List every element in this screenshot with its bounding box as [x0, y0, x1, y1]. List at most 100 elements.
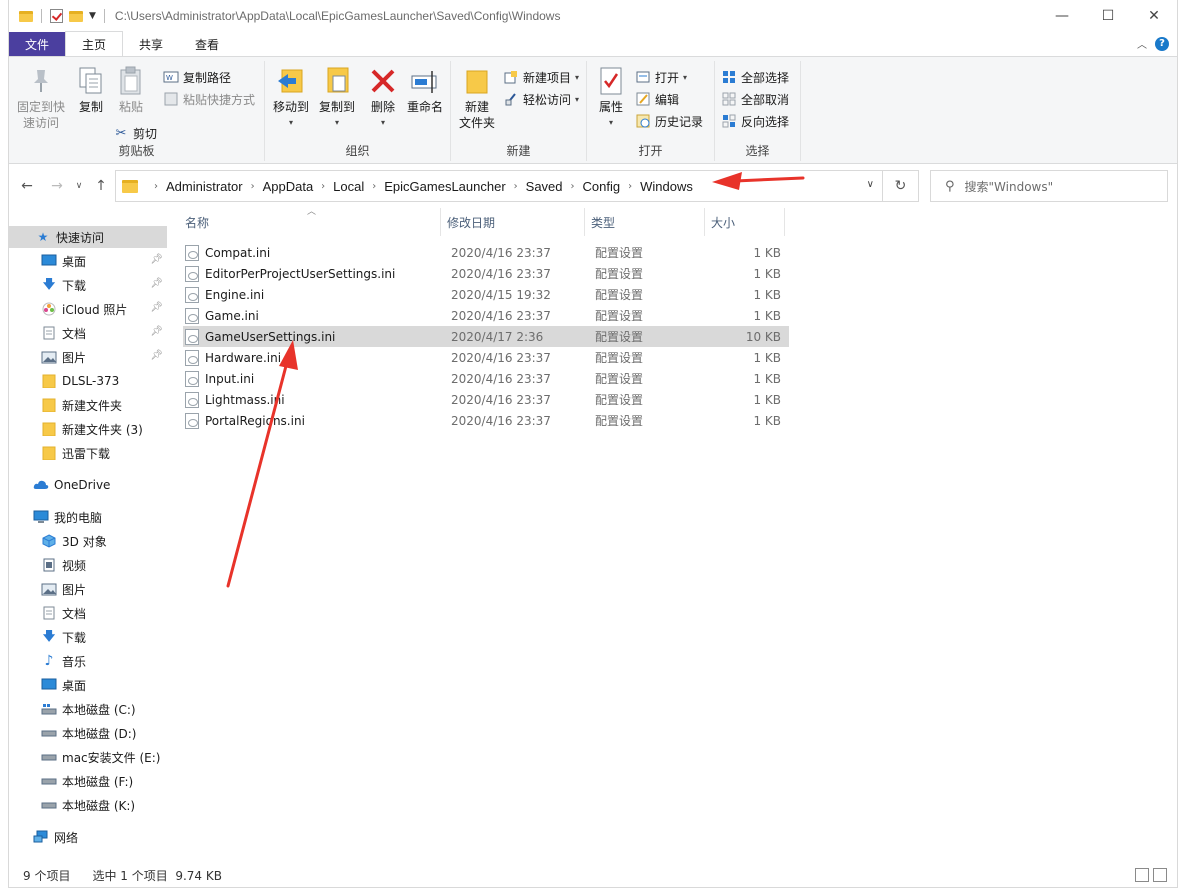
recent-dropdown-icon[interactable]: ∨: [69, 176, 89, 196]
nav-pinned-icloud-photos[interactable]: iCloud 照片 📌︎: [9, 298, 167, 320]
nav-this-pc[interactable]: 我的电脑: [9, 506, 167, 528]
tab-view[interactable]: 查看: [179, 32, 235, 56]
paste-shortcut-button[interactable]: 粘贴快捷方式: [163, 89, 255, 109]
nav-network[interactable]: 网络: [9, 826, 167, 848]
invert-selection-button[interactable]: 反向选择: [721, 111, 789, 131]
pin-icon[interactable]: 📌︎: [150, 350, 163, 361]
breadcrumb-separator-icon[interactable]: ›: [571, 181, 575, 192]
nav-folder-xunlei-downloads[interactable]: 迅雷下载: [9, 442, 167, 464]
nav-drive-d[interactable]: 本地磁盘 (D:): [9, 722, 167, 744]
help-icon[interactable]: ?: [1155, 36, 1169, 51]
close-button[interactable]: ✕: [1131, 0, 1177, 32]
nav-drive-f[interactable]: 本地磁盘 (F:): [9, 770, 167, 792]
breadcrumb-windows[interactable]: Windows: [640, 179, 693, 194]
move-to-button[interactable]: 移动到 ▾: [269, 65, 313, 131]
nav-folder-dlsl-373[interactable]: DLSL-373: [9, 370, 167, 392]
paste-button[interactable]: 粘贴: [113, 65, 149, 115]
nav-pc-documents[interactable]: 文档: [9, 602, 167, 624]
breadcrumb-separator-icon[interactable]: ›: [514, 181, 518, 192]
nav-pc-desktop[interactable]: 桌面: [9, 674, 167, 696]
column-header-type[interactable]: 类型: [585, 208, 705, 236]
file-row[interactable]: Engine.ini 2020/4/15 19:32 配置设置 1 KB: [183, 284, 789, 305]
nav-pinned-desktop[interactable]: 桌面 📌︎: [9, 250, 167, 272]
file-row[interactable]: Hardware.ini 2020/4/16 23:37 配置设置 1 KB: [183, 347, 789, 368]
breadcrumb-separator-icon[interactable]: ›: [251, 181, 255, 192]
breadcrumb-separator-icon[interactable]: ›: [628, 181, 632, 192]
file-row[interactable]: Lightmass.ini 2020/4/16 23:37 配置设置 1 KB: [183, 389, 789, 410]
open-button[interactable]: 打开 ▾: [635, 67, 687, 87]
nav-folder-new-folder[interactable]: 新建文件夹: [9, 394, 167, 416]
nav-quick-access[interactable]: ★ 快速访问: [9, 226, 167, 248]
file-row[interactable]: PortalRegions.ini 2020/4/16 23:37 配置设置 1…: [183, 410, 789, 431]
nav-pinned-downloads[interactable]: 🡇 下载 📌︎: [9, 274, 167, 296]
breadcrumb-administrator[interactable]: Administrator: [166, 179, 243, 194]
large-icons-view-icon[interactable]: [1153, 868, 1167, 882]
file-row-selected[interactable]: GameUserSettings.ini 2020/4/17 2:36 配置设置…: [183, 326, 789, 347]
address-bar[interactable]: › Administrator › AppData › Local › EpicGame…: [115, 170, 883, 202]
new-item-button[interactable]: 新建项目 ▾: [503, 67, 579, 87]
file-row[interactable]: EditorPerProjectUserSettings.ini 2020/4/…: [183, 263, 789, 284]
easy-access-button[interactable]: 轻松访问 ▾: [503, 89, 579, 109]
tab-file[interactable]: 文件: [9, 32, 66, 56]
up-arrow-icon[interactable]: ↑: [91, 176, 111, 196]
breadcrumb-config[interactable]: Config: [583, 179, 621, 194]
breadcrumb-appdata[interactable]: AppData: [263, 179, 314, 194]
address-dropdown-icon[interactable]: ∨: [867, 179, 874, 190]
nav-drive-k[interactable]: 本地磁盘 (K:): [9, 794, 167, 816]
cut-button[interactable]: ✂ 剪切: [113, 123, 157, 143]
edit-button[interactable]: 编辑: [635, 89, 679, 109]
forward-arrow-icon[interactable]: →: [47, 176, 67, 196]
column-header-name[interactable]: 名称: [179, 208, 441, 236]
file-row[interactable]: Input.ini 2020/4/16 23:37 配置设置 1 KB: [183, 368, 789, 389]
details-view-icon[interactable]: [1135, 868, 1149, 882]
history-button[interactable]: 历史记录: [635, 111, 703, 131]
breadcrumb-epicgameslauncher[interactable]: EpicGamesLauncher: [384, 179, 505, 194]
pin-icon[interactable]: 📌︎: [150, 254, 163, 265]
nav-folder-new-folder-3[interactable]: 新建文件夹 (3): [9, 418, 167, 440]
file-row[interactable]: Game.ini 2020/4/16 23:37 配置设置 1 KB: [183, 305, 789, 326]
minimize-button[interactable]: —: [1039, 0, 1085, 32]
breadcrumb-separator-icon[interactable]: ›: [321, 181, 325, 192]
maximize-button[interactable]: ☐: [1085, 0, 1131, 32]
properties-button[interactable]: 属性 ▾: [593, 65, 629, 131]
rename-button[interactable]: 重命名: [405, 65, 445, 115]
customize-toolbar-dropdown-icon[interactable]: ▼: [89, 11, 96, 21]
refresh-icon[interactable]: ↻: [883, 170, 919, 202]
pin-quick-access-button[interactable]: 固定到快 速访问: [13, 65, 69, 131]
copy-to-button[interactable]: 复制到 ▾: [315, 65, 359, 131]
breadcrumb-local[interactable]: Local: [333, 179, 364, 194]
new-folder-button[interactable]: 新建 文件夹: [455, 65, 499, 131]
tab-home[interactable]: 主页: [65, 31, 124, 56]
breadcrumb-separator-icon[interactable]: ›: [372, 181, 376, 192]
nav-drive-c[interactable]: 本地磁盘 (C:): [9, 698, 167, 720]
new-folder-icon[interactable]: [69, 10, 83, 22]
nav-pc-pictures[interactable]: 图片: [9, 578, 167, 600]
pin-icon[interactable]: 📌︎: [150, 302, 163, 313]
column-header-date[interactable]: 修改日期: [441, 208, 585, 236]
tab-share[interactable]: 共享: [123, 32, 179, 56]
folder-icon: [41, 445, 57, 461]
properties-check-icon[interactable]: [50, 9, 63, 23]
copy-button[interactable]: 复制: [73, 65, 109, 115]
nav-drive-e[interactable]: mac安装文件 (E:): [9, 746, 167, 768]
nav-onedrive[interactable]: OneDrive: [9, 474, 167, 496]
copy-path-button[interactable]: W 复制路径: [163, 67, 231, 87]
back-arrow-icon[interactable]: ←: [17, 176, 37, 196]
column-header-size[interactable]: 大小: [705, 208, 785, 236]
nav-pc-3d-objects[interactable]: 3D 对象: [9, 530, 167, 552]
ribbon-collapse-icon[interactable]: ︿: [1137, 36, 1147, 51]
pin-icon[interactable]: 📌︎: [150, 278, 163, 289]
pin-icon[interactable]: 📌︎: [150, 326, 163, 337]
search-input[interactable]: ⚲ 搜索"Windows": [930, 170, 1168, 202]
nav-pinned-pictures[interactable]: 图片 📌︎: [9, 346, 167, 368]
nav-pinned-documents[interactable]: 文档 📌︎: [9, 322, 167, 344]
breadcrumb-saved[interactable]: Saved: [526, 179, 563, 194]
select-none-button[interactable]: 全部取消: [721, 89, 789, 109]
nav-pc-downloads[interactable]: 🡇 下载: [9, 626, 167, 648]
delete-x-icon: [367, 65, 399, 97]
file-row[interactable]: Compat.ini 2020/4/16 23:37 配置设置 1 KB: [183, 242, 789, 263]
select-all-button[interactable]: 全部选择: [721, 67, 789, 87]
nav-pc-music[interactable]: ♪ 音乐: [9, 650, 167, 672]
nav-pc-videos[interactable]: 视频: [9, 554, 167, 576]
delete-button[interactable]: 删除 ▾: [365, 65, 401, 131]
